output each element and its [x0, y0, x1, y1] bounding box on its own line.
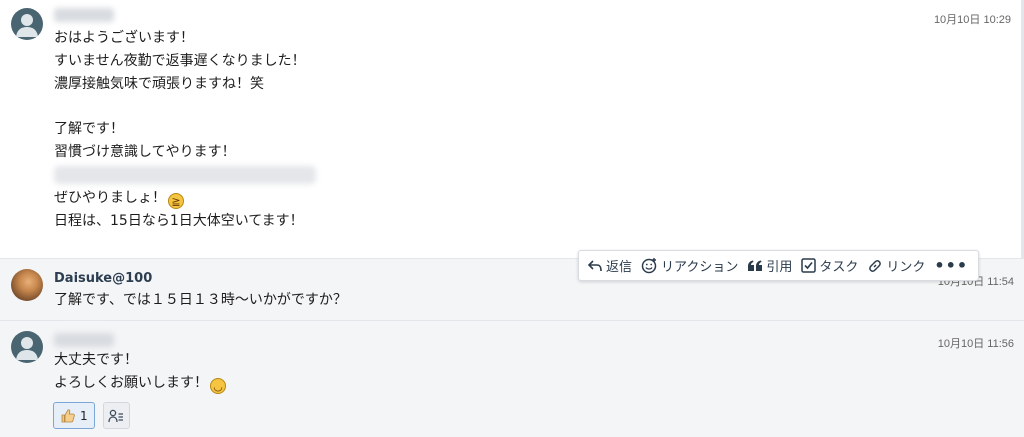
laughing-face-icon: ≧: [168, 192, 184, 209]
sender-name-blurred: [54, 8, 114, 22]
message-action-toolbar: 返信 リアクション 引用 タスク リンク •••: [578, 250, 979, 281]
message-text-last-line: 日程は、15日なら1日大体空いてます！: [54, 212, 304, 229]
reaction-users-button[interactable]: [102, 402, 130, 429]
message-3: 10月10日 11:56 大丈夫です！ よろしくお願いします！ ◡: [0, 320, 1024, 437]
message-line: 大丈夫です！: [54, 352, 138, 368]
avatar[interactable]: [11, 331, 43, 363]
task-checkbox-icon: [801, 258, 817, 273]
add-reaction-icon: [641, 258, 657, 274]
avatar[interactable]: [11, 269, 43, 301]
message-body: 了解です、では１５日１３時〜いかがですか？: [54, 292, 347, 308]
avatar[interactable]: [11, 8, 43, 40]
task-label: タスク: [819, 260, 859, 275]
default-user-icon: [16, 337, 38, 360]
message-body: 大丈夫です！ よろしくお願いします！ ◡: [54, 349, 226, 395]
reply-icon: [587, 259, 602, 271]
reaction-count: 1: [80, 408, 88, 423]
more-options-button[interactable]: •••: [934, 256, 968, 275]
link-label: リンク: [886, 260, 926, 275]
quote-label: 引用: [766, 260, 793, 275]
reply-label: 返信: [606, 260, 633, 275]
sender-name[interactable]: Daisuke@100: [54, 271, 152, 286]
link-icon: [869, 259, 882, 272]
message-line: よろしくお願いします！: [54, 374, 208, 391]
user-list-icon: [108, 409, 124, 422]
thumbs-up-icon: [61, 408, 75, 422]
sender-name-blurred: [54, 333, 114, 347]
reaction-button[interactable]: リアクション: [641, 256, 738, 275]
quote-icon: [748, 260, 763, 271]
timestamp: 10月10日 11:56: [937, 338, 1014, 350]
task-button[interactable]: タスク: [801, 256, 858, 275]
reactions-bar: 1: [53, 402, 130, 429]
link-button[interactable]: リンク: [867, 256, 925, 275]
quote-button[interactable]: 引用: [747, 256, 792, 275]
reaction-thumbs-up-chip[interactable]: 1: [53, 402, 95, 429]
message-1: 10月10日 10:29 おはようございます！ すいません夜勤で返事遅くなりまし…: [0, 0, 1024, 258]
default-user-icon: [16, 14, 38, 37]
reaction-label: リアクション: [661, 260, 739, 275]
message-text: おはようございます！ すいません夜勤で返事遅くなりました！ 濃厚接触気味で頑張り…: [54, 30, 306, 160]
reply-button[interactable]: 返信: [587, 256, 632, 275]
message-body: おはようございます！ すいません夜勤で返事遅くなりました！ 濃厚接触気味で頑張り…: [54, 27, 316, 232]
blurred-line: [54, 165, 316, 184]
timestamp: 10月10日 10:29: [933, 14, 1011, 26]
smiling-face-icon: ◡: [210, 377, 226, 394]
message-text-emoji-line: ぜひやりましょ！: [54, 189, 166, 206]
